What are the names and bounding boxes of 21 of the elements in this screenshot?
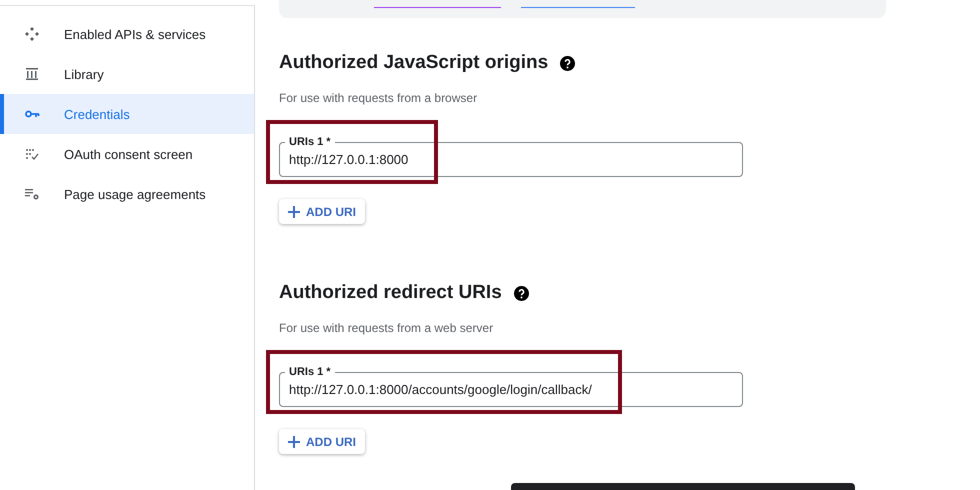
api-icon (24, 26, 40, 42)
field-value: http://127.0.0.1:8000 (289, 152, 408, 167)
section-description: For use with requests from a web server (279, 321, 494, 335)
sidebar-item[interactable]: OAuth consent screen (0, 134, 254, 174)
add-uri-button[interactable]: ADD URI (279, 199, 365, 224)
add-uri-button[interactable]: ADD URI (279, 429, 365, 454)
dotted-checklist-icon (24, 146, 40, 162)
field-value: http://127.0.0.1:8000/accounts/google/login/callback/ (289, 382, 592, 397)
list-settings-icon (24, 186, 40, 202)
plus-icon (288, 436, 300, 448)
section-title: Authorized JavaScript origins (279, 52, 548, 74)
help-icon[interactable] (514, 286, 529, 300)
sidebar-item[interactable]: Page usage agreements (0, 174, 254, 214)
library-icon (24, 66, 40, 82)
plus-icon (288, 206, 300, 218)
sidebar-item[interactable]: Enabled APIs & services (0, 14, 254, 54)
section-description: For use with requests from a browser (279, 91, 478, 105)
help-icon[interactable] (560, 56, 576, 70)
sidebar-item[interactable]: Credentials (0, 94, 254, 134)
sidebar-item[interactable]: Library (0, 54, 254, 94)
section-title: Authorized redirect URIs (279, 282, 502, 304)
